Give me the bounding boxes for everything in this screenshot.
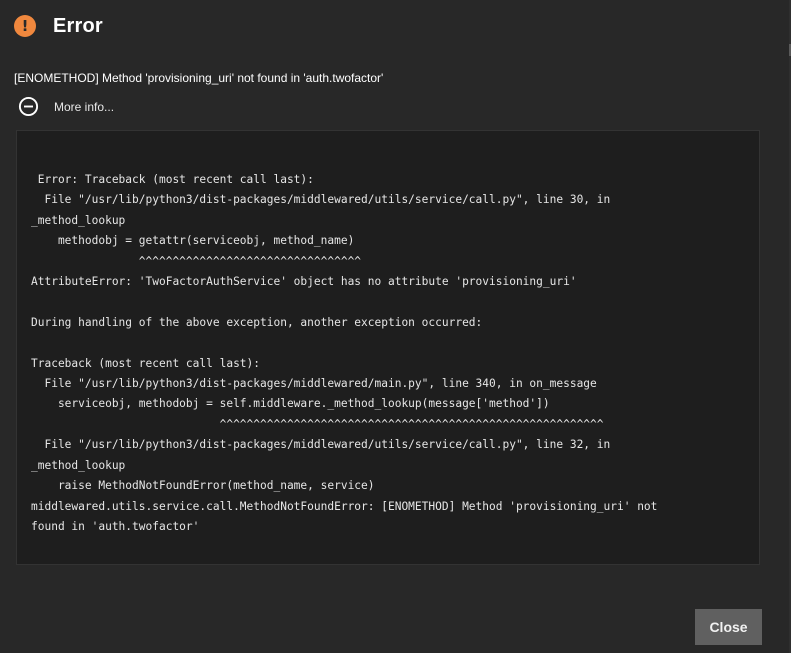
traceback-text: Error: Traceback (most recent call last)… (31, 173, 658, 533)
minus-circle-icon[interactable] (18, 96, 39, 117)
dialog-title: Error (53, 14, 103, 37)
error-dialog: ! Error [ENOMETHOD] Method 'provisioning… (0, 0, 791, 653)
dialog-header: ! Error (14, 12, 103, 40)
error-message: [ENOMETHOD] Method 'provisioning_uri' no… (14, 71, 384, 85)
traceback-panel: Error: Traceback (most recent call last)… (16, 130, 760, 565)
close-button[interactable]: Close (695, 609, 762, 645)
more-info-label: More info... (54, 99, 115, 114)
more-info-toggle[interactable]: More info... (18, 96, 114, 117)
warning-icon: ! (14, 15, 36, 37)
